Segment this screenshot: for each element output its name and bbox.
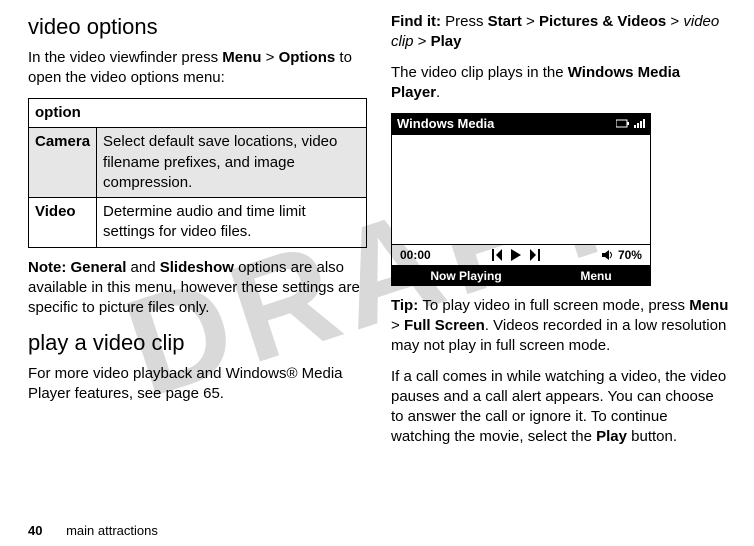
fullscreen-label: Full Screen [404, 317, 485, 334]
battery-icon [616, 119, 630, 128]
tip-label: Tip: [391, 297, 422, 314]
table-header-row: option [29, 99, 367, 128]
playback-buttons [490, 249, 542, 261]
pictures-videos-label: Pictures & Videos [539, 13, 666, 30]
status-icons [616, 119, 645, 128]
options-table: option Camera Select default save locati… [28, 98, 367, 248]
options-label: Options [279, 49, 336, 66]
tip-paragraph: Tip: To play video in full screen mode, … [391, 296, 730, 357]
phone-title: Windows Media [397, 115, 494, 133]
softkey-right[interactable]: Menu [580, 268, 611, 284]
phone-video-area [391, 135, 651, 245]
text: > [261, 49, 278, 66]
heading-video-options: video options [28, 12, 367, 42]
play-button-label: Play [596, 428, 627, 445]
start-label: Start [488, 13, 522, 30]
option-desc: Determine audio and time limit settings … [97, 198, 367, 248]
page-number: 40 [28, 523, 42, 538]
volume-level: 70% [618, 247, 642, 263]
text: > [522, 13, 539, 30]
text: . [436, 84, 440, 101]
text: > [414, 33, 431, 50]
option-desc: Select default save locations, video fil… [97, 128, 367, 198]
option-label: Camera [29, 128, 97, 198]
phone-titlebar: Windows Media [391, 113, 651, 135]
text: The video clip plays in the [391, 64, 568, 81]
play-icon[interactable] [510, 249, 522, 261]
right-column: Find it: Press Start > Pictures & Videos… [391, 12, 730, 498]
table-row: Video Determine audio and time limit set… [29, 198, 367, 248]
left-column: video options In the video viewfinder pr… [28, 12, 367, 498]
softkey-left[interactable]: Now Playing [430, 268, 501, 284]
next-icon[interactable] [528, 249, 542, 261]
text: Press [445, 13, 488, 30]
text: In the video viewfinder press [28, 49, 222, 66]
intro-paragraph: In the video viewfinder press Menu > Opt… [28, 48, 367, 89]
speaker-icon[interactable] [602, 250, 614, 260]
table-header: option [29, 99, 367, 128]
volume-group: 70% [602, 247, 642, 263]
table-row: Camera Select default save locations, vi… [29, 128, 367, 198]
note-paragraph: Note: General and Slideshow options are … [28, 258, 367, 319]
text: and [126, 259, 159, 276]
heading-play-clip: play a video clip [28, 328, 367, 358]
note-label: Note: [28, 259, 71, 276]
call-paragraph: If a call comes in while watching a vide… [391, 367, 730, 448]
menu-label: Menu [689, 297, 728, 314]
menu-label: Menu [222, 49, 261, 66]
findit-paragraph: Find it: Press Start > Pictures & Videos… [391, 12, 730, 53]
option-label: Video [29, 198, 97, 248]
phone-controls: 00:00 70% [391, 245, 651, 266]
text: button. [627, 428, 677, 445]
general-label: General [71, 259, 127, 276]
page-content: video options In the video viewfinder pr… [0, 0, 754, 510]
prev-icon[interactable] [490, 249, 504, 261]
text: > [666, 13, 683, 30]
text: To play video in full screen mode, press [422, 297, 689, 314]
plays-paragraph: The video clip plays in the Windows Medi… [391, 63, 730, 104]
play-label: Play [431, 33, 462, 50]
text: > [391, 317, 404, 334]
phone-mockup: Windows Media 00:00 70% [391, 113, 651, 286]
page-footer: 40 main attractions [28, 523, 158, 538]
findit-label: Find it: [391, 13, 445, 30]
section-name: main attractions [66, 523, 158, 538]
slideshow-label: Slideshow [160, 259, 234, 276]
playback-paragraph: For more video playback and Windows® Med… [28, 364, 367, 405]
signal-icon [634, 119, 645, 128]
playback-time: 00:00 [400, 247, 431, 263]
phone-softkeys: Now Playing Menu [391, 266, 651, 286]
